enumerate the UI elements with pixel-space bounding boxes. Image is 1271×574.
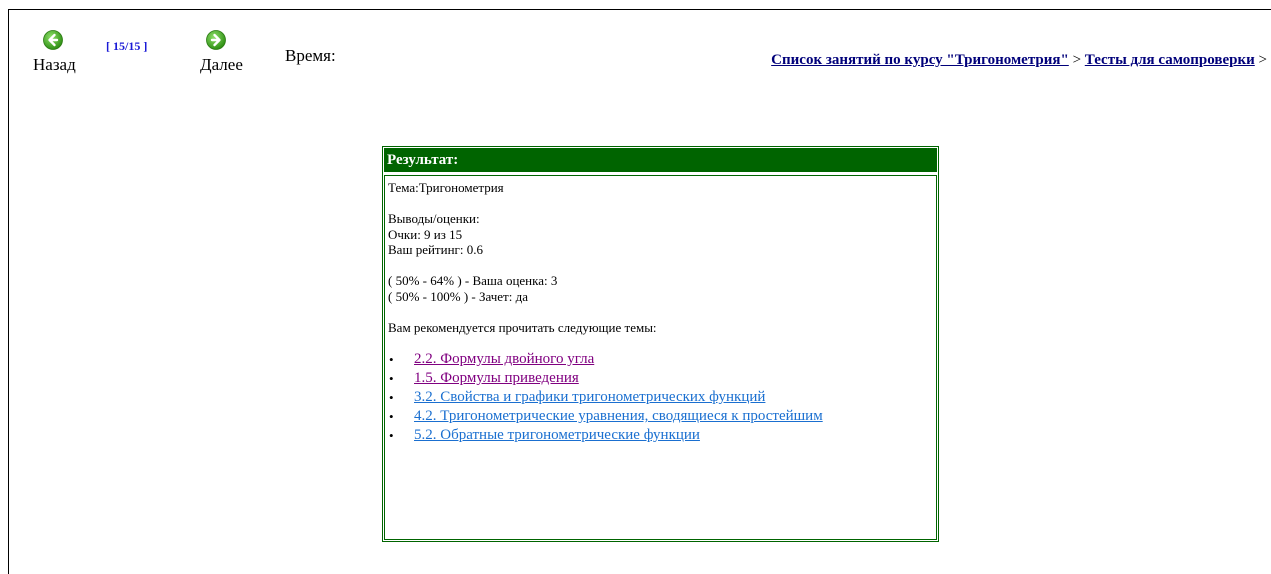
conclusions-label: Выводы/оценки: xyxy=(388,211,480,226)
list-item: • 4.2. Тригонометрические уравнения, сво… xyxy=(388,408,933,425)
recommendation-link[interactable]: 4.2. Тригонометрические уравнения, сводя… xyxy=(414,408,823,424)
topic-text: Тема:Тригонометрия xyxy=(388,180,504,195)
bullet: • xyxy=(389,428,394,443)
result-body: Тема:Тригонометрия Выводы/оценки: Очки: … xyxy=(384,175,937,540)
bullet: • xyxy=(389,371,394,386)
next-label: Далее xyxy=(200,55,243,74)
bullet: • xyxy=(389,390,394,405)
recommend-label: Вам рекомендуется прочитать следующие те… xyxy=(388,319,657,335)
breadcrumb-trailing-separator: > xyxy=(1258,52,1267,68)
list-item: • 3.2. Свойства и графики тригонометриче… xyxy=(388,389,933,406)
result-header: Результат: xyxy=(384,148,937,172)
time-label: Время: xyxy=(285,46,336,65)
recommendation-link[interactable]: 5.2. Обратные тригонометрические функции xyxy=(414,427,700,443)
question-counter: [ 15/15 ] xyxy=(106,39,148,53)
list-item: • 1.5. Формулы приведения xyxy=(388,370,933,387)
recommendation-list: • 2.2. Формулы двойного угла • 1.5. Форм… xyxy=(388,351,933,444)
result-panel: Результат: Тема:Тригонометрия Выводы/оце… xyxy=(382,146,939,542)
recommendation-link[interactable]: 3.2. Свойства и графики тригонометрическ… xyxy=(414,389,765,405)
back-label: Назад xyxy=(33,55,76,74)
breadcrumb-separator: > xyxy=(1072,52,1082,68)
breadcrumb-course-link[interactable]: Список занятий по курсу "Тригонометрия" xyxy=(771,52,1069,68)
rating-text: Ваш рейтинг: 0.6 xyxy=(388,242,483,257)
pass-text: ( 50% - 100% ) - Зачет: да xyxy=(388,288,528,304)
list-item: • 5.2. Обратные тригонометрические функц… xyxy=(388,427,933,444)
arrow-right-circle-icon xyxy=(206,30,226,50)
list-item: • 2.2. Формулы двойного угла xyxy=(388,351,933,368)
grade-text: ( 50% - 64% ) - Ваша оценка: 3 xyxy=(388,273,558,288)
back-button[interactable]: Назад xyxy=(33,30,93,80)
next-button[interactable]: Далее xyxy=(200,30,260,80)
recommendation-link[interactable]: 1.5. Формулы приведения xyxy=(414,370,579,386)
arrow-left-circle-icon xyxy=(43,30,63,50)
bullet: • xyxy=(389,409,394,424)
breadcrumb: Список занятий по курсу "Тригонометрия" … xyxy=(771,52,1267,69)
bullet: • xyxy=(389,352,394,367)
recommendation-link[interactable]: 2.2. Формулы двойного угла xyxy=(414,351,594,367)
score-text: Очки: 9 из 15 xyxy=(388,226,463,242)
breadcrumb-tests-link[interactable]: Тесты для самопроверки xyxy=(1085,52,1255,68)
